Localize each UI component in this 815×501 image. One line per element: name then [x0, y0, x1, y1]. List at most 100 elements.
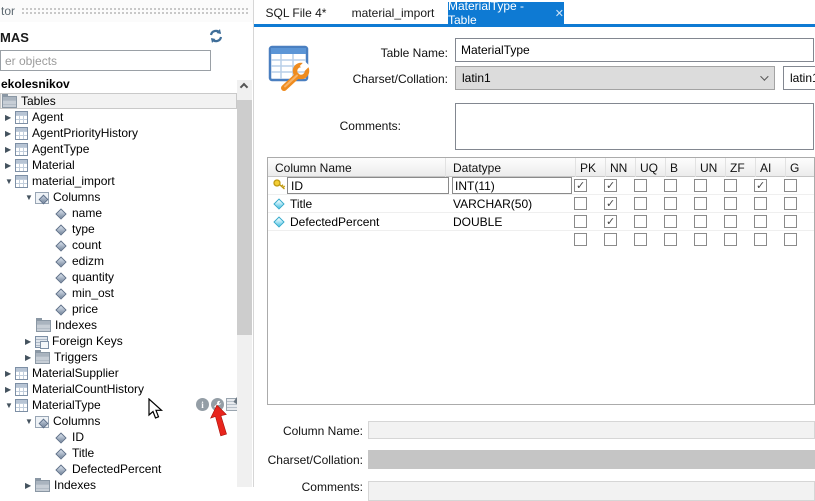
checkbox-un[interactable] [694, 197, 707, 210]
table-name-input[interactable] [455, 38, 814, 62]
checkbox-zf[interactable] [724, 233, 737, 246]
chevron-right-icon[interactable]: ▶ [4, 129, 15, 138]
charset-dropdown[interactable]: latin1 [455, 66, 775, 90]
checkbox-nn[interactable] [604, 197, 617, 210]
checkbox-b[interactable] [664, 215, 677, 228]
tree-item-table[interactable]: ▶Agent [0, 109, 237, 125]
tree-item-indexes[interactable]: Indexes [0, 317, 237, 333]
checkbox-b[interactable] [664, 197, 677, 210]
grid-row-defectedpercent[interactable]: DefectedPercent DOUBLE [268, 213, 815, 231]
column-charset-field[interactable] [368, 450, 815, 469]
chevron-right-icon[interactable]: ▶ [4, 369, 15, 378]
column-name-cell[interactable]: ID [287, 177, 449, 194]
checkbox-uq[interactable] [634, 233, 647, 246]
tree-scrollbar[interactable] [237, 80, 252, 487]
checkbox-uq[interactable] [634, 179, 647, 192]
chevron-down-icon[interactable]: ▼ [4, 177, 15, 186]
tree-item-table[interactable]: ▶MaterialSupplier [0, 365, 237, 381]
tree-item-table[interactable]: ▶AgentPriorityHistory [0, 125, 237, 141]
header-nn[interactable]: NN [606, 158, 636, 177]
checkbox-un[interactable] [694, 233, 707, 246]
checkbox-g[interactable] [784, 179, 797, 192]
chevron-down-icon[interactable]: ▼ [24, 417, 35, 426]
tree-item-columns[interactable]: ▼Columns [0, 413, 237, 429]
tree-item-foreign-keys[interactable]: ▶Foreign Keys [0, 333, 237, 349]
refresh-icon[interactable] [207, 27, 225, 45]
checkbox-uq[interactable] [634, 215, 647, 228]
column-name-field[interactable] [368, 421, 815, 439]
tree-item-table[interactable]: ▶AgentType [0, 141, 237, 157]
close-icon[interactable]: ✕ [555, 7, 564, 20]
chevron-right-icon[interactable]: ▶ [24, 353, 35, 362]
header-datatype[interactable]: Datatype [446, 158, 576, 177]
header-pk[interactable]: PK [576, 158, 606, 177]
checkbox-g[interactable] [784, 197, 797, 210]
tree-item-column[interactable]: Title [0, 445, 237, 461]
checkbox-un[interactable] [694, 215, 707, 228]
tree-item-table[interactable]: ▶MaterialCountHistory [0, 381, 237, 397]
chevron-right-icon[interactable]: ▶ [24, 337, 35, 346]
checkbox-ai[interactable] [754, 233, 767, 246]
checkbox-un[interactable] [694, 179, 707, 192]
chevron-down-icon[interactable]: ▼ [24, 193, 35, 202]
scroll-up-icon[interactable] [240, 83, 248, 91]
datatype-cell[interactable]: DOUBLE [451, 213, 573, 231]
tree-item-table[interactable]: ▼material_import [0, 173, 237, 189]
comments-textarea[interactable] [455, 103, 814, 150]
header-ai[interactable]: AI [756, 158, 786, 177]
tree-item-column[interactable]: type [0, 221, 237, 237]
filter-objects-input[interactable] [0, 50, 211, 71]
chevron-right-icon[interactable]: ▶ [24, 481, 35, 490]
header-un[interactable]: UN [696, 158, 726, 177]
checkbox-ai[interactable] [754, 197, 767, 210]
header-uq[interactable]: UQ [636, 158, 666, 177]
chevron-right-icon[interactable]: ▶ [4, 385, 15, 394]
column-comments-field[interactable] [368, 481, 815, 501]
checkbox-g[interactable] [784, 215, 797, 228]
checkbox-g[interactable] [784, 233, 797, 246]
tab-material-import[interactable]: material_import [338, 2, 448, 24]
tree-item-triggers[interactable]: ▶Triggers [0, 349, 237, 365]
tree-item-table[interactable]: ▶Material [0, 157, 237, 173]
header-zf[interactable]: ZF [726, 158, 756, 177]
tree-item-column[interactable]: count [0, 237, 237, 253]
chevron-right-icon[interactable]: ▶ [4, 161, 15, 170]
chevron-right-icon[interactable]: ▶ [4, 145, 15, 154]
info-icon[interactable]: i [196, 398, 209, 411]
header-column-name[interactable]: Column Name [268, 158, 446, 177]
tree-item-columns[interactable]: ▼Columns [0, 189, 237, 205]
tree-item-column[interactable]: name [0, 205, 237, 221]
chevron-down-icon[interactable]: ▼ [4, 401, 15, 410]
tree-item-column[interactable]: edizm [0, 253, 237, 269]
checkbox-pk[interactable] [574, 215, 587, 228]
checkbox-b[interactable] [664, 179, 677, 192]
grid-row-title[interactable]: Title VARCHAR(50) [268, 195, 815, 213]
checkbox-ai[interactable] [754, 215, 767, 228]
checkbox-b[interactable] [664, 233, 677, 246]
checkbox-uq[interactable] [634, 197, 647, 210]
tab-materialtype-table[interactable]: MaterialType - Table ✕ [448, 2, 564, 24]
checkbox-zf[interactable] [724, 197, 737, 210]
tree-item-tables[interactable]: Tables [0, 93, 237, 109]
tab-sql-file[interactable]: SQL File 4* [254, 2, 338, 24]
checkbox-zf[interactable] [724, 215, 737, 228]
scrollbar-thumb[interactable] [237, 100, 252, 335]
header-g[interactable]: G [786, 158, 815, 177]
chevron-right-icon[interactable]: ▶ [4, 113, 15, 122]
collation-dropdown[interactable]: latin1_ [783, 66, 815, 90]
header-b[interactable]: B [666, 158, 696, 177]
checkbox-pk[interactable] [574, 179, 587, 192]
datatype-cell[interactable]: VARCHAR(50) [451, 195, 573, 213]
checkbox-pk[interactable] [574, 233, 587, 246]
tree-item-indexes[interactable]: ▶Indexes [0, 477, 237, 493]
checkbox-pk[interactable] [574, 197, 587, 210]
checkbox-zf[interactable] [724, 179, 737, 192]
checkbox-ai[interactable] [754, 179, 767, 192]
grid-row-id[interactable]: ID INT(11) [268, 177, 815, 195]
datatype-cell[interactable]: INT(11) [452, 177, 572, 194]
checkbox-nn[interactable] [604, 179, 617, 192]
wrench-icon[interactable] [211, 398, 224, 411]
tree-item-column[interactable]: price [0, 301, 237, 317]
grid-row-new[interactable] [268, 231, 815, 249]
tree-item-column[interactable]: min_ost [0, 285, 237, 301]
